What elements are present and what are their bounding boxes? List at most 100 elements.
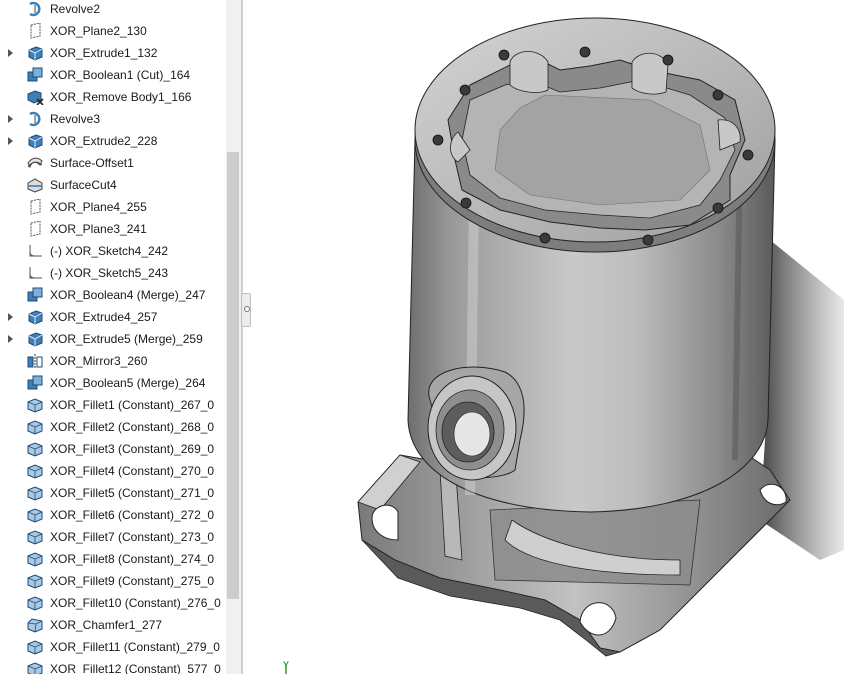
tree-item[interactable]: XOR_Fillet8 (Constant)_274_0 — [0, 548, 226, 570]
boolean-icon — [26, 287, 44, 303]
tree-item[interactable]: (-) XOR_Sketch4_242 — [0, 240, 226, 262]
tree-item[interactable]: XOR_Extrude1_132 — [0, 42, 226, 64]
tree-item[interactable]: XOR_Fillet6 (Constant)_272_0 — [0, 504, 226, 526]
tree-item[interactable]: XOR_Boolean1 (Cut)_164 — [0, 64, 226, 86]
extrude-icon — [26, 309, 44, 325]
chamfer-icon — [26, 617, 44, 633]
remove-body-icon — [26, 89, 44, 106]
tree-item[interactable]: XOR_Mirror3_260 — [0, 350, 226, 372]
tree-item-label: XOR_Plane3_241 — [50, 222, 147, 236]
tree-item[interactable]: XOR_Fillet12 (Constant)_577_0 — [0, 658, 226, 674]
model-render — [285, 17, 844, 674]
revolve-icon — [26, 1, 44, 17]
tree-item-label: Revolve2 — [50, 2, 101, 16]
tree-item[interactable]: XOR_Plane2_130 — [0, 20, 226, 42]
surface-cut-icon — [26, 177, 44, 193]
tree-scrollbar-thumb[interactable] — [227, 152, 239, 599]
surface-offset-icon — [26, 155, 44, 171]
tree-item[interactable]: Revolve3 — [0, 108, 226, 130]
expand-arrow-icon[interactable] — [8, 313, 13, 321]
tree-item-label: XOR_Fillet7 (Constant)_273_0 — [50, 530, 215, 544]
extrude-icon — [26, 45, 44, 61]
tree-item-label: XOR_Extrude5 (Merge)_259 — [50, 332, 203, 346]
tree-item-label: (-) XOR_Sketch4_242 — [50, 244, 169, 258]
tree-item-label: XOR_Extrude4_257 — [50, 310, 158, 324]
tree-item[interactable]: SurfaceCut4 — [0, 174, 226, 196]
tree-item-label: Surface-Offset1 — [50, 156, 134, 170]
plane-icon — [26, 22, 44, 39]
tree-item[interactable]: XOR_Remove Body1_166 — [0, 86, 226, 108]
tree-item[interactable]: XOR_Boolean5 (Merge)_264 — [0, 372, 226, 394]
tree-item[interactable]: XOR_Fillet3 (Constant)_269_0 — [0, 438, 226, 460]
tree-item-label: Revolve3 — [50, 112, 101, 126]
fillet-icon — [26, 529, 44, 545]
tree-item[interactable]: (-) XOR_Sketch5_243 — [0, 262, 226, 284]
tree-item-label: XOR_Boolean1 (Cut)_164 — [50, 68, 191, 82]
tree-item-label: XOR_Remove Body1_166 — [50, 90, 192, 104]
boolean-icon — [26, 375, 44, 391]
tree-item-label: XOR_Fillet6 (Constant)_272_0 — [50, 508, 215, 522]
tree-item-label: XOR_Fillet1 (Constant)_267_0 — [50, 398, 215, 412]
tree-item-label: XOR_Fillet11 (Constant)_279_0 — [50, 640, 220, 654]
tree-item[interactable]: XOR_Boolean4 (Merge)_247 — [0, 284, 226, 306]
tree-item[interactable]: XOR_Fillet7 (Constant)_273_0 — [0, 526, 226, 548]
tree-item[interactable]: XOR_Extrude2_228 — [0, 130, 226, 152]
fillet-icon — [26, 595, 44, 611]
tree-item[interactable]: XOR_Extrude4_257 — [0, 306, 226, 328]
tree-item-label: XOR_Fillet2 (Constant)_268_0 — [50, 420, 215, 434]
tree-item-label: XOR_Extrude1_132 — [50, 46, 158, 60]
fillet-icon — [26, 551, 44, 567]
tree-item[interactable]: XOR_Chamfer1_277 — [0, 614, 226, 636]
fillet-icon — [26, 485, 44, 501]
plane-icon — [26, 198, 44, 215]
expand-arrow-icon[interactable] — [8, 115, 13, 123]
graphics-viewport[interactable] — [250, 0, 844, 674]
expand-arrow-icon[interactable] — [8, 335, 13, 343]
tree-item[interactable]: XOR_Plane4_255 — [0, 196, 226, 218]
expand-arrow-icon[interactable] — [8, 49, 13, 57]
tree-item[interactable]: XOR_Fillet10 (Constant)_276_0 — [0, 592, 226, 614]
boolean-icon — [26, 67, 44, 83]
tree-item-label: (-) XOR_Sketch5_243 — [50, 266, 169, 280]
tree-item[interactable]: Revolve2 — [0, 0, 226, 20]
tree-item-label: XOR_Chamfer1_277 — [50, 618, 163, 632]
sketch-icon — [26, 243, 44, 259]
tree-item[interactable]: XOR_Fillet11 (Constant)_279_0 — [0, 636, 226, 658]
tree-item[interactable]: XOR_Fillet9 (Constant)_275_0 — [0, 570, 226, 592]
tree-item-label: SurfaceCut4 — [50, 178, 117, 192]
tree-item[interactable]: XOR_Plane3_241 — [0, 218, 226, 240]
mirror-icon — [26, 353, 44, 369]
tree-item-label: XOR_Boolean5 (Merge)_264 — [50, 376, 206, 390]
fillet-icon — [26, 507, 44, 523]
tree-item-label: XOR_Fillet8 (Constant)_274_0 — [50, 552, 215, 566]
fillet-icon — [26, 639, 44, 655]
fillet-icon — [26, 441, 44, 457]
sketch-icon — [26, 265, 44, 281]
model-top-flange — [414, 17, 776, 253]
tree-item[interactable]: XOR_Fillet4 (Constant)_270_0 — [0, 460, 226, 482]
fillet-icon — [26, 661, 44, 674]
tree-item-label: XOR_Fillet3 (Constant)_269_0 — [50, 442, 215, 456]
expand-arrow-icon[interactable] — [8, 137, 13, 145]
fillet-icon — [26, 573, 44, 589]
tree-item-label: XOR_Mirror3_260 — [50, 354, 148, 368]
tree-item-label: XOR_Fillet9 (Constant)_275_0 — [50, 574, 215, 588]
revolve-icon — [26, 111, 44, 127]
tree-item[interactable]: XOR_Extrude5 (Merge)_259 — [0, 328, 226, 350]
tree-item[interactable]: XOR_Fillet1 (Constant)_267_0 — [0, 394, 226, 416]
tree-item[interactable]: Surface-Offset1 — [0, 152, 226, 174]
model-side-boss — [427, 366, 525, 481]
tree-item-label: XOR_Plane2_130 — [50, 24, 147, 38]
tree-item[interactable]: XOR_Fillet5 (Constant)_271_0 — [0, 482, 226, 504]
tree-item-label: XOR_Fillet4 (Constant)_270_0 — [50, 464, 215, 478]
feature-tree-list: Revolve2 XOR_Plane2_130 XOR_Extrude1_132… — [0, 0, 226, 674]
fillet-icon — [26, 463, 44, 479]
feature-tree-panel: Revolve2 XOR_Plane2_130 XOR_Extrude1_132… — [0, 0, 243, 674]
panel-divider — [241, 0, 243, 674]
tree-item-label: XOR_Fillet12 (Constant)_577_0 — [50, 662, 221, 674]
tree-item-label: XOR_Fillet5 (Constant)_271_0 — [50, 486, 215, 500]
tree-item-label: XOR_Extrude2_228 — [50, 134, 158, 148]
tree-item[interactable]: XOR_Fillet2 (Constant)_268_0 — [0, 416, 226, 438]
plane-icon — [26, 220, 44, 237]
fillet-icon — [26, 419, 44, 435]
